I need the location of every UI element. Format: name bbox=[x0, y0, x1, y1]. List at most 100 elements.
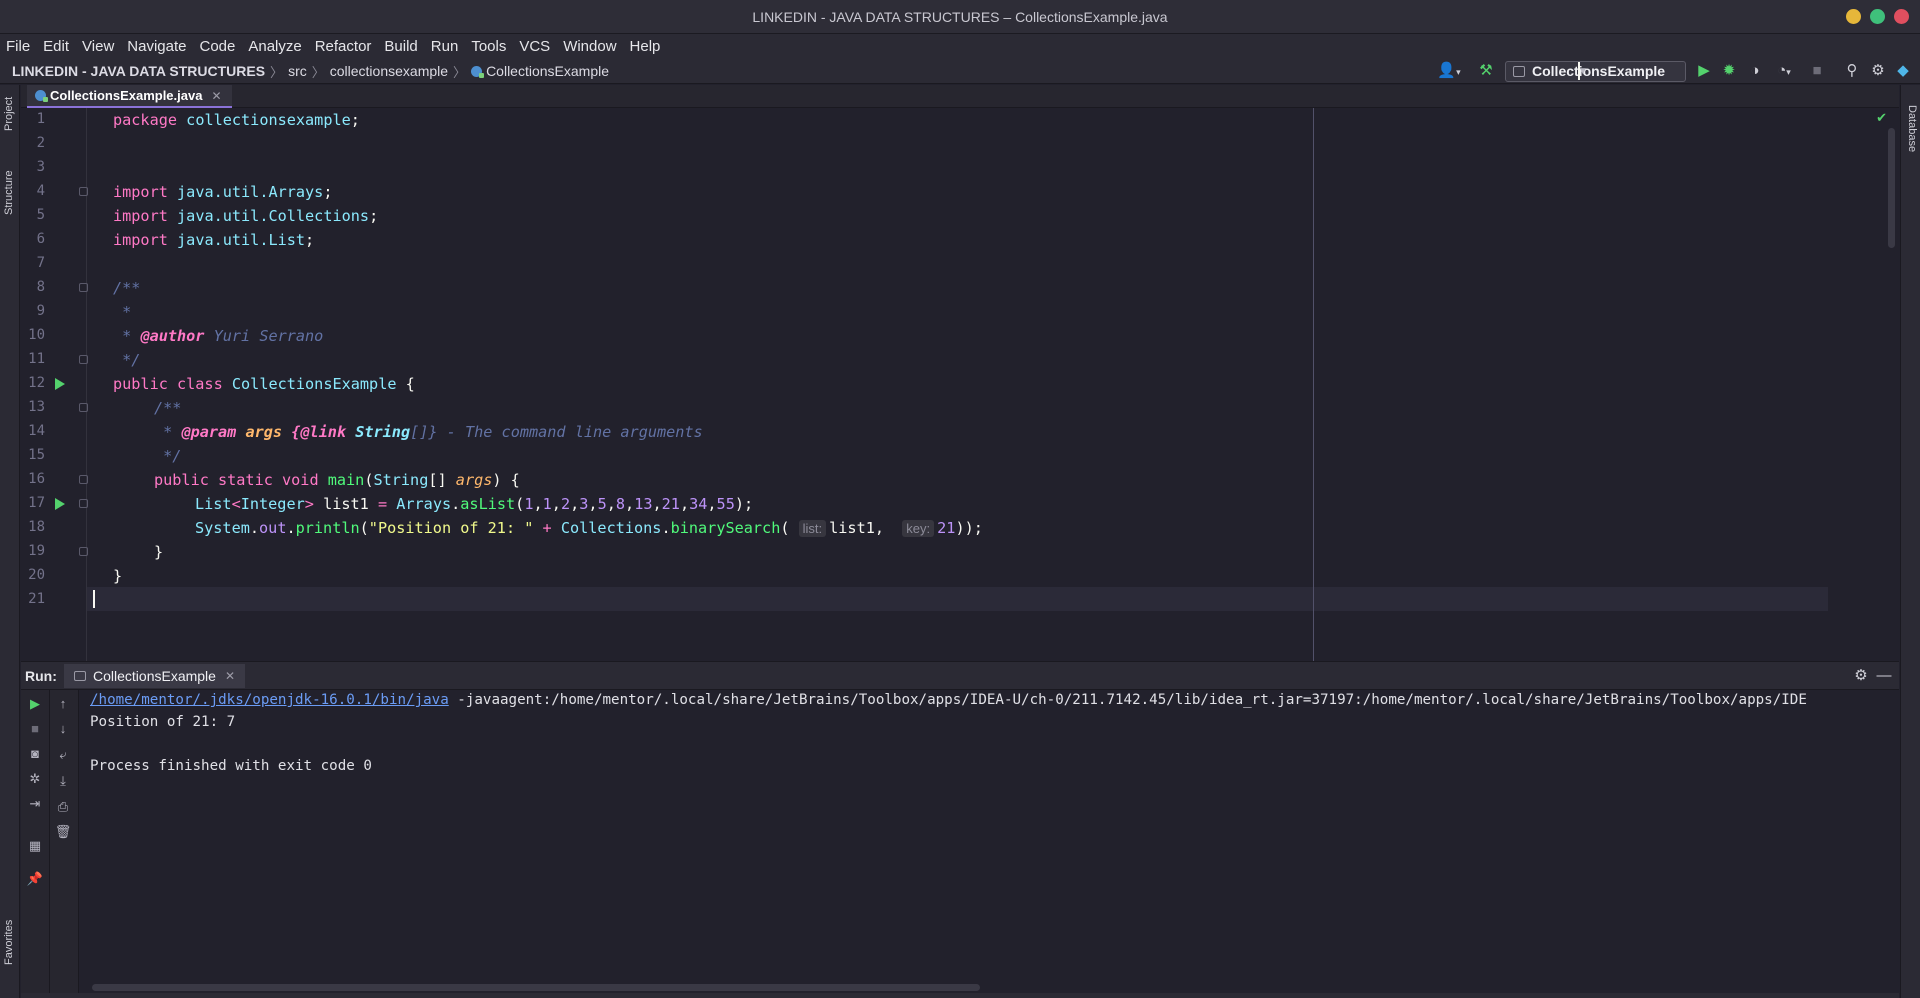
run-icon[interactable]: ▶ bbox=[1695, 62, 1713, 80]
code-line-4: import java.util.Arrays; bbox=[113, 183, 333, 201]
code-line-6: import java.util.List; bbox=[113, 231, 315, 249]
close-tab-icon[interactable]: ✕ bbox=[211, 89, 221, 103]
fold-icon[interactable] bbox=[79, 547, 88, 556]
code-line-17: List<Integer> list1 = Arrays.asList(1,1,… bbox=[195, 495, 754, 513]
toolbox-icon[interactable]: ◆ bbox=[1894, 62, 1912, 80]
run-panel-header: Run: CollectionsExample ✕ ⚙ — bbox=[21, 661, 1899, 690]
editor-tab-bar: CollectionsExample.java ✕ bbox=[21, 85, 1899, 108]
left-tool-strip: Project Structure Favorites bbox=[0, 85, 20, 998]
menu-run[interactable]: Run bbox=[431, 38, 459, 55]
user-icon[interactable]: 👤▾ bbox=[1436, 62, 1462, 80]
trash-icon[interactable]: 🗑 bbox=[54, 823, 72, 841]
scroll-up-icon[interactable]: ↑ bbox=[54, 695, 72, 713]
menu-navigate[interactable]: Navigate bbox=[127, 38, 186, 55]
line-number: 19 bbox=[28, 543, 45, 559]
close-tab-icon[interactable]: ✕ bbox=[225, 669, 235, 683]
console-command-line: /home/mentor/.jdks/openjdk-16.0.1/bin/ja… bbox=[90, 692, 1807, 708]
structure-tool-button[interactable]: Structure bbox=[3, 170, 15, 215]
minimize-button[interactable] bbox=[1846, 9, 1861, 24]
editor-tab-collectionsexample[interactable]: CollectionsExample.java ✕ bbox=[27, 85, 232, 108]
pin-icon[interactable]: 📌 bbox=[26, 870, 44, 888]
menu-file[interactable]: File bbox=[6, 38, 30, 55]
code-line-20: } bbox=[113, 567, 123, 585]
code-line-15: */ bbox=[154, 447, 182, 465]
class-icon bbox=[471, 65, 485, 78]
title-bar: LINKEDIN - JAVA DATA STRUCTURES – Collec… bbox=[0, 0, 1920, 34]
debug-icon[interactable]: ✹ bbox=[1720, 62, 1738, 80]
scroll-to-end-icon[interactable]: ⤓ bbox=[54, 772, 72, 790]
code-line-1: package collectionsexample; bbox=[113, 111, 360, 129]
toolbar-divider bbox=[49, 690, 50, 998]
chevron-down-icon: ▼ bbox=[1578, 62, 1588, 80]
stop-icon[interactable]: ■ bbox=[1809, 62, 1825, 80]
code-line-8: /** bbox=[113, 279, 141, 297]
run-configuration-select[interactable]: CollectionsExample ▼ bbox=[1505, 61, 1686, 82]
breadcrumb-project[interactable]: LINKEDIN - JAVA DATA STRUCTURES bbox=[12, 63, 265, 79]
menu-bar: File Edit View Navigate Code Analyze Ref… bbox=[0, 34, 1920, 58]
soft-wrap-icon[interactable]: ⤶ bbox=[54, 746, 72, 764]
search-icon[interactable]: ⚲ bbox=[1843, 62, 1861, 80]
debug-settings-icon[interactable]: ✲ bbox=[26, 770, 44, 788]
line-number: 2 bbox=[36, 135, 45, 151]
breadcrumb-class[interactable]: CollectionsExample bbox=[486, 63, 609, 79]
line-number: 12 bbox=[28, 375, 45, 391]
code-line-5: import java.util.Collections; bbox=[113, 207, 379, 225]
build-hammer-icon[interactable]: ⚒ bbox=[1476, 62, 1496, 80]
code-area[interactable]: package collectionsexample; import java.… bbox=[92, 108, 1899, 661]
fold-icon[interactable] bbox=[79, 187, 88, 196]
code-line-10: * @author Yuri Serrano bbox=[113, 327, 324, 345]
settings-gear-icon[interactable]: ⚙ bbox=[1869, 62, 1887, 80]
settings-gear-icon[interactable]: ⚙ bbox=[1852, 667, 1870, 685]
rerun-icon[interactable]: ▶ bbox=[26, 695, 44, 713]
console-horizontal-scrollbar[interactable] bbox=[92, 984, 980, 991]
line-number: 14 bbox=[28, 423, 45, 439]
menu-help[interactable]: Help bbox=[630, 38, 661, 55]
run-tab-collectionsexample[interactable]: CollectionsExample ✕ bbox=[64, 664, 246, 688]
profile-icon[interactable]: ◔▾ bbox=[1770, 62, 1798, 80]
menu-analyze[interactable]: Analyze bbox=[248, 38, 301, 55]
line-number: 17 bbox=[28, 495, 45, 511]
fold-icon[interactable] bbox=[79, 403, 88, 412]
fold-icon[interactable] bbox=[79, 283, 88, 292]
chevron-right-icon: 〉 bbox=[270, 64, 284, 80]
java-path-link[interactable]: /home/mentor/.jdks/openjdk-16.0.1/bin/ja… bbox=[90, 692, 449, 708]
database-tool-button[interactable]: Database bbox=[1906, 105, 1918, 152]
code-editor[interactable]: 1 2 3 4 5 6 7 8 9 10 11 12 13 14 15 16 1… bbox=[21, 108, 1899, 661]
camera-icon[interactable]: ◙ bbox=[26, 745, 44, 763]
maximize-button[interactable] bbox=[1870, 9, 1885, 24]
fold-icon[interactable] bbox=[79, 499, 88, 508]
console-output[interactable]: /home/mentor/.jdks/openjdk-16.0.1/bin/ja… bbox=[80, 690, 1899, 982]
code-line-16: public static void main(String[] args) { bbox=[154, 471, 520, 489]
fold-icon[interactable] bbox=[79, 355, 88, 364]
code-line-9: * bbox=[113, 303, 132, 321]
print-icon[interactable]: ⎙ bbox=[54, 798, 72, 816]
run-gutter-icon[interactable] bbox=[55, 498, 65, 510]
menu-refactor[interactable]: Refactor bbox=[315, 38, 372, 55]
code-line-13: /** bbox=[154, 399, 182, 417]
menu-code[interactable]: Code bbox=[199, 38, 235, 55]
menu-window[interactable]: Window bbox=[563, 38, 616, 55]
breadcrumb-src[interactable]: src bbox=[288, 63, 307, 79]
run-gutter-icon[interactable] bbox=[55, 378, 65, 390]
menu-edit[interactable]: Edit bbox=[43, 38, 69, 55]
stop-icon[interactable]: ■ bbox=[26, 720, 44, 738]
menu-build[interactable]: Build bbox=[384, 38, 417, 55]
exit-icon[interactable]: ⇥ bbox=[26, 795, 44, 813]
hide-panel-icon[interactable]: — bbox=[1875, 667, 1893, 685]
scroll-down-icon[interactable]: ↓ bbox=[54, 720, 72, 738]
menu-tools[interactable]: Tools bbox=[471, 38, 506, 55]
layout-icon[interactable]: ▦ bbox=[26, 837, 44, 855]
line-number: 10 bbox=[28, 327, 45, 343]
menu-view[interactable]: View bbox=[82, 38, 114, 55]
fold-icon[interactable] bbox=[79, 475, 88, 484]
parameter-hint: key: bbox=[902, 520, 935, 537]
configuration-icon bbox=[74, 671, 86, 681]
menu-vcs[interactable]: VCS bbox=[519, 38, 550, 55]
code-line-19: } bbox=[154, 543, 164, 561]
favorites-tool-button[interactable]: Favorites bbox=[3, 920, 15, 965]
line-number: 8 bbox=[36, 279, 45, 295]
close-button[interactable] bbox=[1894, 9, 1909, 24]
project-tool-button[interactable]: Project bbox=[3, 97, 15, 131]
coverage-icon[interactable]: ◑ bbox=[1746, 62, 1764, 80]
breadcrumb-package[interactable]: collectionsexample bbox=[330, 63, 448, 79]
